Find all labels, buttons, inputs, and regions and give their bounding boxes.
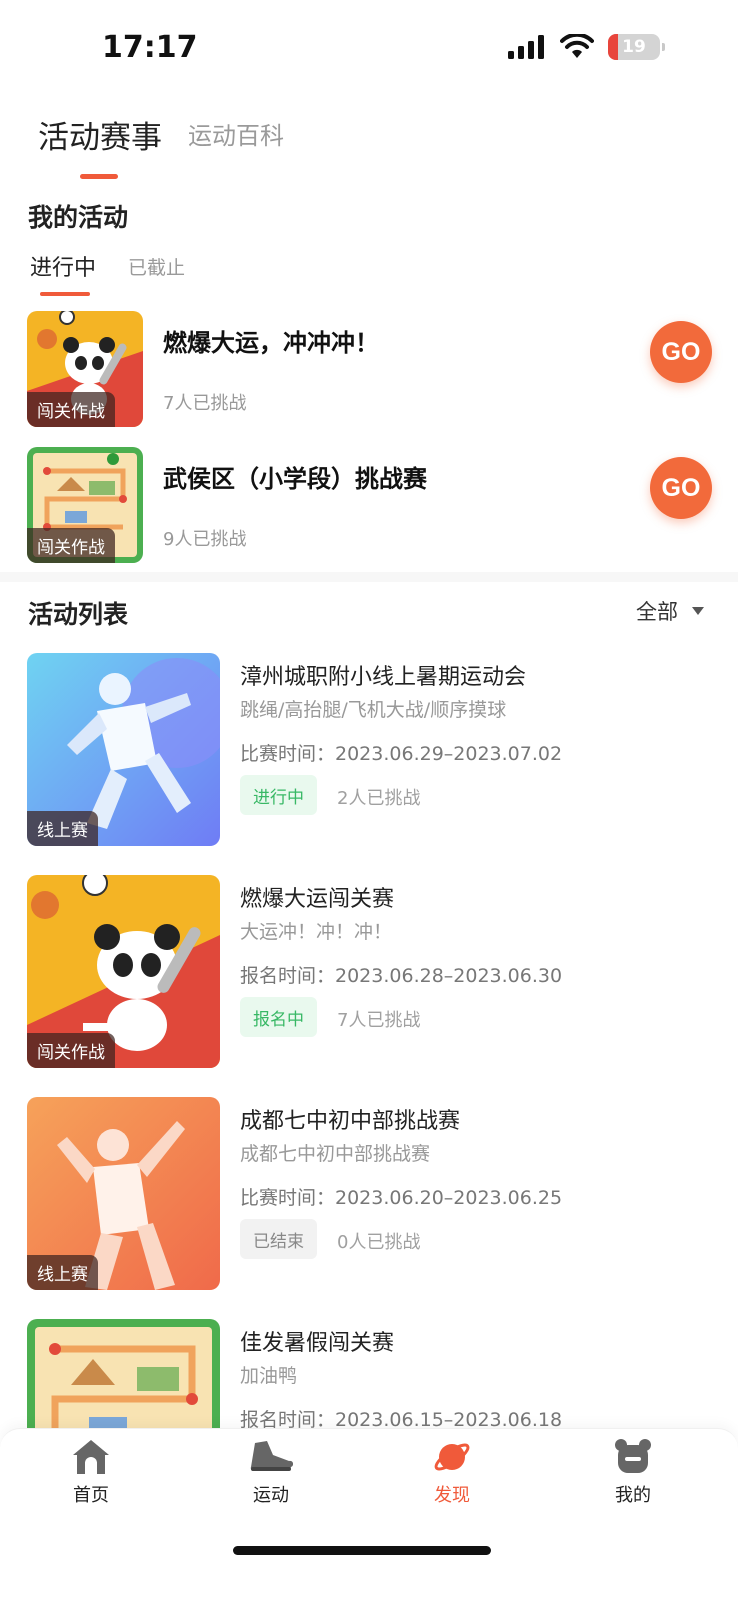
nav-label: 运动 — [253, 1485, 289, 1506]
home-icon — [73, 1440, 109, 1474]
activity-tag: 闯关作战 — [27, 528, 115, 563]
my-activities-tabs: 进行中 已截止 — [30, 250, 185, 296]
activity-tag: 闯关作战 — [27, 1033, 115, 1068]
activity-subtitle: 成都七中初中部挑战赛 — [240, 1143, 431, 1165]
top-tabs: 活动赛事 运动百科 — [38, 112, 284, 179]
activity-thumbnail-panda: 闯关作战 — [27, 311, 143, 427]
tab-encyclopedia[interactable]: 运动百科 — [188, 116, 284, 179]
caret-down-icon — [692, 607, 704, 615]
activity-tag: 线上赛 — [27, 1255, 98, 1290]
activity-list-item[interactable]: 闯关作战 燃爆大运闯关赛 大运冲！冲！冲！ 报名时间：2023.06.28–20… — [27, 875, 717, 1069]
nav-discover[interactable]: 发现 — [397, 1437, 507, 1507]
activity-title: 燃爆大运闯关赛 — [240, 887, 395, 912]
challenge-count: 7人已挑战 — [163, 393, 247, 414]
go-button[interactable]: GO — [650, 457, 712, 519]
activity-title: 佳发暑假闯关赛 — [240, 1331, 395, 1356]
challenge-count: 0人已挑战 — [337, 1232, 421, 1253]
home-indicator[interactable] — [233, 1546, 491, 1555]
nav-label: 我的 — [615, 1485, 651, 1506]
status-time: 17:17 — [102, 30, 198, 65]
battery-level: 19 — [622, 37, 646, 57]
nav-sport[interactable]: 运动 — [216, 1437, 326, 1507]
status-badge: 已结束 — [240, 1219, 317, 1259]
tab-in-progress[interactable]: 进行中 — [30, 250, 96, 296]
activity-thumbnail-panda: 闯关作战 — [27, 875, 220, 1068]
challenge-count: 2人已挑战 — [337, 788, 421, 809]
go-button[interactable]: GO — [650, 321, 712, 383]
filter-dropdown[interactable]: 全部 — [636, 596, 704, 626]
bear-icon — [615, 1439, 651, 1473]
activity-thumbnail-athlete: 线上赛 — [27, 1097, 220, 1290]
challenge-count: 7人已挑战 — [337, 1010, 421, 1031]
nav-home[interactable]: 首页 — [36, 1437, 146, 1507]
status-badge: 进行中 — [240, 775, 317, 815]
activity-title: 漳州城职附小线上暑期运动会 — [240, 665, 527, 690]
section-divider — [0, 572, 738, 582]
cellular-signal-icon — [508, 35, 544, 59]
activity-subtitle: 跳绳/高抬腿/飞机大战/顺序摸球 — [240, 699, 507, 721]
nav-label: 发现 — [434, 1485, 470, 1506]
activity-subtitle: 大运冲！冲！冲！ — [240, 921, 393, 943]
activity-time: 比赛时间：2023.06.29–2023.07.02 — [240, 743, 563, 765]
status-badge: 报名中 — [240, 997, 317, 1037]
activity-title: 燃爆大运，冲冲冲！ — [163, 329, 379, 357]
activity-time: 比赛时间：2023.06.20–2023.06.25 — [240, 1187, 563, 1209]
activity-list-title: 活动列表 — [28, 600, 129, 629]
nav-mine[interactable]: 我的 — [578, 1437, 688, 1507]
activity-tag: 线上赛 — [27, 811, 98, 846]
activity-list-item[interactable]: 线上赛 成都七中初中部挑战赛 成都七中初中部挑战赛 比赛时间：2023.06.2… — [27, 1097, 717, 1291]
wifi-icon — [560, 34, 594, 58]
activity-tag: 闯关作战 — [27, 392, 115, 427]
activity-title: 成都七中初中部挑战赛 — [240, 1109, 461, 1134]
status-bar: 17:17 19 — [0, 0, 738, 100]
my-activity-item[interactable]: 闯关作战 燃爆大运，冲冲冲！ 7人已挑战 GO — [27, 311, 712, 427]
activity-title: 武侯区（小学段）挑战赛 — [163, 465, 427, 493]
activity-subtitle: 加油鸭 — [240, 1365, 298, 1387]
challenge-count: 9人已挑战 — [163, 529, 247, 550]
activity-list-item[interactable]: 线上赛 漳州城职附小线上暑期运动会 跳绳/高抬腿/飞机大战/顺序摸球 比赛时间：… — [27, 653, 717, 847]
tab-activities[interactable]: 活动赛事 — [38, 112, 162, 179]
sneaker-icon — [250, 1441, 293, 1471]
bottom-nav: 首页 运动 发现 我的 — [0, 1428, 738, 1600]
my-activity-item[interactable]: 闯关作战 武侯区（小学段）挑战赛 9人已挑战 GO — [27, 447, 712, 563]
my-activities-title: 我的活动 — [28, 203, 129, 232]
status-icons: 19 — [508, 34, 665, 60]
nav-label: 首页 — [73, 1485, 109, 1506]
battery-icon: 19 — [608, 34, 665, 60]
filter-label: 全部 — [636, 600, 678, 624]
activity-thumbnail-runner: 线上赛 — [27, 653, 220, 846]
activity-thumbnail-map: 闯关作战 — [27, 447, 143, 563]
activity-time: 报名时间：2023.06.28–2023.06.30 — [240, 965, 563, 987]
planet-icon — [434, 1443, 470, 1471]
tab-closed[interactable]: 已截止 — [128, 250, 185, 296]
